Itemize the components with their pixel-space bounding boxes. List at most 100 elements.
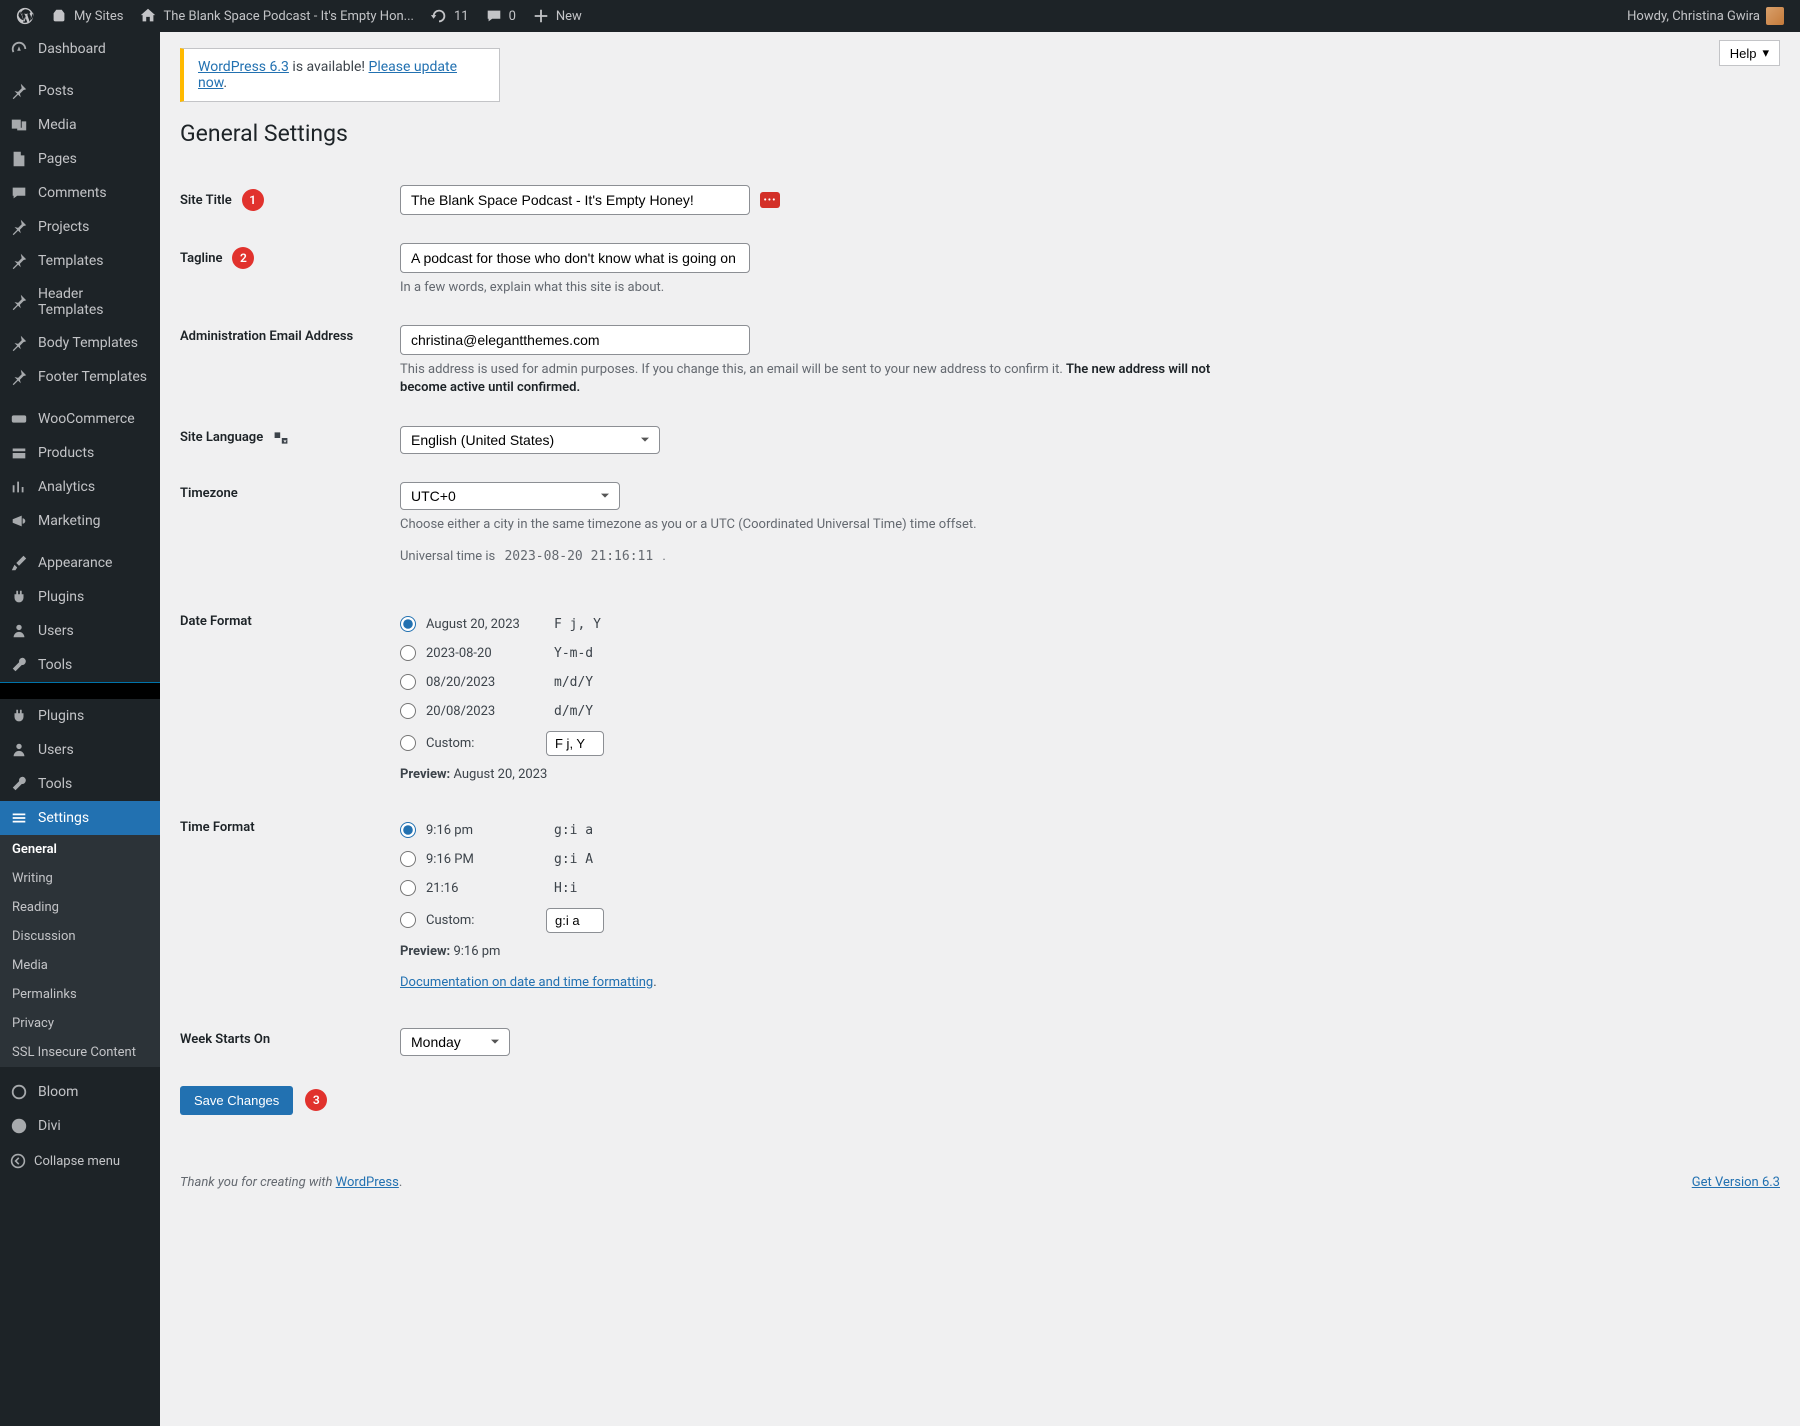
time-format-code: g:i a [546, 821, 601, 840]
tagline-input[interactable] [400, 243, 750, 273]
time-format-radio[interactable] [400, 880, 416, 896]
plug-icon [10, 588, 28, 606]
sidebar-tools-2[interactable]: Tools [0, 767, 160, 801]
label-timezone: Timezone [180, 482, 400, 501]
sidebar-tools[interactable]: Tools [0, 648, 160, 682]
sidebar-divi[interactable]: Divi [0, 1109, 160, 1143]
settings-submenu: General Writing Reading Discussion Media… [0, 835, 160, 1067]
timezone-select[interactable]: UTC+0 [400, 482, 620, 510]
label-site-title: Site Title1 [180, 185, 400, 211]
date-format-option: 2023-08-20Y-m-d [400, 639, 1780, 668]
time-format-label: 21:16 [426, 881, 536, 896]
site-title-input[interactable] [400, 185, 750, 215]
time-format-radio[interactable] [400, 851, 416, 867]
adminbar-updates[interactable]: 11 [422, 0, 477, 32]
brush-icon [10, 554, 28, 572]
adminbar-wp-logo[interactable] [8, 0, 42, 32]
date-format-label: 2023-08-20 [426, 646, 536, 661]
submenu-discussion[interactable]: Discussion [0, 922, 160, 951]
sidebar-settings[interactable]: Settings [0, 801, 160, 835]
help-button[interactable]: Help▾ [1719, 40, 1780, 66]
adminbar-updates-count: 11 [454, 9, 469, 24]
date-format-radio[interactable] [400, 703, 416, 719]
wordpress-icon [16, 7, 34, 25]
sidebar-body-templates[interactable]: Body Templates [0, 326, 160, 360]
sidebar-marketing[interactable]: Marketing [0, 504, 160, 538]
sidebar-products[interactable]: Products [0, 436, 160, 470]
sidebar-collapse[interactable]: Collapse menu [0, 1143, 160, 1179]
password-manager-icon[interactable]: ••• [760, 192, 780, 208]
date-format-radio[interactable] [400, 645, 416, 661]
utc-row: Universal time is 2023-08-20 21:16:11 . [400, 548, 1260, 566]
sidebar-woocommerce[interactable]: WooCommerce [0, 402, 160, 436]
date-format-option: 08/20/2023m/d/Y [400, 668, 1780, 697]
date-format-radio-custom[interactable] [400, 735, 416, 751]
submenu-reading[interactable]: Reading [0, 893, 160, 922]
sidebar-users[interactable]: Users [0, 614, 160, 648]
sidebar-analytics[interactable]: Analytics [0, 470, 160, 504]
date-format-custom-input[interactable] [546, 731, 604, 756]
pin-icon [10, 252, 28, 270]
tagline-description: In a few words, explain what this site i… [400, 279, 1260, 297]
label-site-language: Site Language [180, 426, 400, 446]
time-format-radio[interactable] [400, 822, 416, 838]
submenu-general[interactable]: General [0, 835, 160, 864]
footer: Thank you for creating with WordPress. G… [180, 1175, 1780, 1190]
submenu-writing[interactable]: Writing [0, 864, 160, 893]
footer-version-link[interactable]: Get Version 6.3 [1692, 1175, 1780, 1190]
comment-icon [10, 184, 28, 202]
adminbar-new[interactable]: New [524, 0, 590, 32]
sidebar-bloom[interactable]: Bloom [0, 1075, 160, 1109]
home-icon [139, 7, 157, 25]
sidebar-comments[interactable]: Comments [0, 176, 160, 210]
sidebar-appearance[interactable]: Appearance [0, 546, 160, 580]
date-format-label: 20/08/2023 [426, 704, 536, 719]
submenu-permalinks[interactable]: Permalinks [0, 980, 160, 1009]
translate-icon [273, 430, 289, 446]
save-changes-button[interactable]: Save Changes [180, 1086, 293, 1115]
adminbar-my-sites[interactable]: My Sites [42, 0, 131, 32]
sidebar-overlap-row[interactable] [0, 682, 160, 699]
adminbar-comments[interactable]: 0 [477, 0, 524, 32]
sidebar-plugins-2[interactable]: Plugins [0, 699, 160, 733]
submenu-privacy[interactable]: Privacy [0, 1009, 160, 1038]
adminbar-site-name[interactable]: The Blank Space Podcast - It's Empty Hon… [131, 0, 421, 32]
adminbar-new-label: New [556, 9, 582, 24]
sidebar-projects[interactable]: Projects [0, 210, 160, 244]
sidebar-footer-templates[interactable]: Footer Templates [0, 360, 160, 394]
pin-icon [10, 293, 28, 311]
sidebar-posts[interactable]: Posts [0, 74, 160, 108]
date-format-preview: Preview: August 20, 2023 [400, 761, 1780, 788]
date-format-custom-label: Custom: [426, 736, 536, 751]
sidebar-plugins[interactable]: Plugins [0, 580, 160, 614]
adminbar-account[interactable]: Howdy, Christina Gwira [1619, 0, 1792, 32]
date-format-label: August 20, 2023 [426, 617, 536, 632]
admin-email-input[interactable] [400, 325, 750, 355]
time-format-label: 9:16 pm [426, 823, 536, 838]
pin-icon [10, 218, 28, 236]
date-format-radio[interactable] [400, 674, 416, 690]
submenu-media[interactable]: Media [0, 951, 160, 980]
sidebar-templates[interactable]: Templates [0, 244, 160, 278]
sidebar-dashboard[interactable]: Dashboard [0, 32, 160, 66]
submenu-ssl[interactable]: SSL Insecure Content [0, 1038, 160, 1067]
site-language-select[interactable]: English (United States) [400, 426, 660, 454]
sidebar-header-templates[interactable]: Header Templates [0, 278, 160, 326]
date-format-option: 20/08/2023d/m/Y [400, 697, 1780, 726]
week-starts-select[interactable]: Monday [400, 1028, 510, 1056]
time-format-option: 9:16 PMg:i A [400, 845, 1780, 874]
date-format-radio[interactable] [400, 616, 416, 632]
notice-version-link[interactable]: WordPress 6.3 [198, 59, 289, 75]
pin-icon [10, 82, 28, 100]
time-format-radio-custom[interactable] [400, 912, 416, 928]
date-time-doc-link[interactable]: Documentation on date and time formattin… [400, 975, 653, 990]
sidebar-users-2[interactable]: Users [0, 733, 160, 767]
chart-icon [10, 478, 28, 496]
footer-wp-link[interactable]: WordPress [336, 1175, 399, 1190]
annotation-3: 3 [305, 1089, 327, 1111]
chevron-down-icon: ▾ [1762, 45, 1769, 61]
time-format-custom-input[interactable] [546, 908, 604, 933]
refresh-icon [430, 7, 448, 25]
sidebar-pages[interactable]: Pages [0, 142, 160, 176]
sidebar-media[interactable]: Media [0, 108, 160, 142]
